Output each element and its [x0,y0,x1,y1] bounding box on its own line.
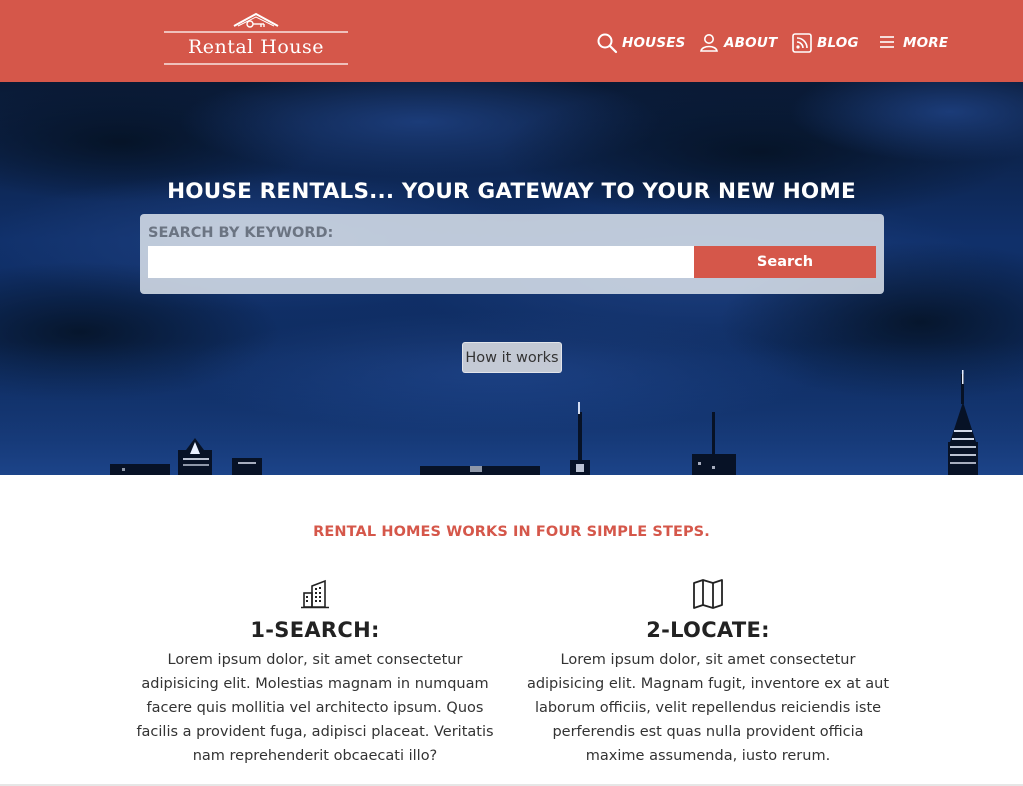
top-navbar: Rental House HOUSES ABOUT BLOG MORE [0,0,1023,82]
hero-section: HOUSE RENTALS... YOUR GATEWAY TO YOUR NE… [0,82,1023,475]
search-label: SEARCH BY KEYWORD: [148,225,334,241]
steps-heading: RENTAL HOMES WORKS IN FOUR SIMPLE STEPS. [313,524,710,540]
search-input[interactable] [148,246,695,278]
brand-name: Rental House [187,36,325,58]
menu-icon [880,36,894,48]
building-icon [301,579,329,609]
step-text: Lorem ipsum dolor, sit amet consectetur … [136,652,494,764]
search-panel: SEARCH BY KEYWORD: Search [140,214,884,294]
search-button[interactable]: Search [694,246,876,278]
brand-logo[interactable]: Rental House [164,12,348,68]
step-title: 2-LOCATE: [646,618,770,642]
step-title: 1-SEARCH: [250,618,380,642]
how-it-works-button[interactable]: How it works [462,342,562,373]
nav-houses[interactable]: HOUSES [596,30,686,56]
nav-houses-label: HOUSES [622,35,686,51]
nav-about[interactable]: ABOUT [698,30,777,56]
hero-title: HOUSE RENTALS... YOUR GATEWAY TO YOUR NE… [167,179,856,204]
nav-blog[interactable]: BLOG [791,30,859,56]
map-icon [693,579,723,609]
rss-icon [792,33,812,53]
nav-blog-label: BLOG [817,35,859,51]
nav-more-label: MORE [903,35,949,51]
search-icon [597,33,618,54]
step-search: 1-SEARCH: Lorem ipsum dolor, sit amet co… [125,578,505,768]
step-text: Lorem ipsum dolor, sit amet consectetur … [526,652,890,764]
user-icon [700,34,718,52]
step-locate: 2-LOCATE: Lorem ipsum dolor, sit amet co… [518,578,898,768]
nav-more[interactable]: MORE [877,30,948,56]
nav-about-label: ABOUT [724,35,778,51]
